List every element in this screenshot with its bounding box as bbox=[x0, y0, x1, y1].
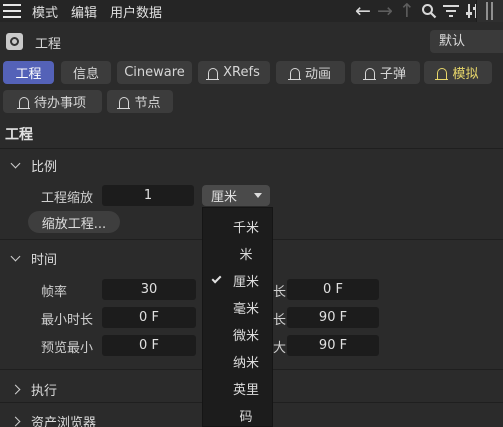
unit-option-mile[interactable]: 英里 bbox=[203, 375, 272, 402]
tab-label: 待办事项 bbox=[33, 96, 86, 111]
group-scale-title: 比例 bbox=[31, 160, 58, 175]
option-label: 毫米 bbox=[232, 302, 259, 317]
menu-mode[interactable]: 模式 bbox=[32, 2, 58, 21]
panel-grip[interactable] bbox=[476, 0, 503, 22]
group-scale-header[interactable]: 比例 bbox=[10, 156, 58, 175]
nav-icons: ← → ↑ bbox=[352, 0, 484, 22]
scale-input[interactable]: 1 bbox=[102, 185, 194, 206]
unit-option-m[interactable]: 米 bbox=[203, 240, 272, 267]
menu-user-data[interactable]: 用户数据 bbox=[110, 2, 162, 21]
search-icon[interactable] bbox=[418, 0, 440, 22]
bell-icon bbox=[16, 97, 30, 109]
tab-info[interactable]: 信息 bbox=[61, 61, 111, 84]
unit-option-nm[interactable]: 纳米 bbox=[203, 348, 272, 375]
tab-todo[interactable]: 待办事项 bbox=[3, 90, 102, 113]
option-label: 微米 bbox=[232, 329, 259, 344]
scale-project-button[interactable]: 缩放工程... bbox=[28, 211, 120, 233]
bell-icon bbox=[362, 68, 376, 80]
option-label: 码 bbox=[239, 410, 253, 425]
gear-icon[interactable] bbox=[6, 33, 23, 50]
attribute-header: 工程 默认 bbox=[0, 30, 503, 56]
fps-input[interactable]: 30 bbox=[102, 279, 196, 300]
tab-label: XRefs bbox=[223, 65, 260, 80]
tab-nodes[interactable]: 节点 bbox=[107, 90, 173, 113]
tab-label: 工程 bbox=[15, 67, 42, 82]
chevron-down-icon bbox=[10, 251, 21, 262]
bell-icon bbox=[435, 68, 449, 80]
filter-icon[interactable] bbox=[440, 0, 462, 22]
checkmark-icon bbox=[211, 273, 222, 284]
group-time-title: 时间 bbox=[31, 253, 58, 268]
min-time-label: 最小时长 bbox=[41, 313, 94, 328]
chevron-down-icon bbox=[10, 158, 21, 169]
tab-bullet[interactable]: 子弹 bbox=[351, 61, 420, 84]
group-render-header[interactable]: 执行 bbox=[10, 380, 58, 399]
option-label: 厘米 bbox=[232, 275, 259, 290]
chevron-right-icon bbox=[10, 416, 21, 427]
group-time-header[interactable]: 时间 bbox=[10, 249, 58, 268]
option-label: 米 bbox=[239, 248, 253, 263]
right-input-1[interactable]: 0 F bbox=[287, 279, 379, 300]
tab-label: Cineware bbox=[124, 65, 185, 80]
bell-icon bbox=[287, 68, 301, 80]
unit-option-km[interactable]: 千米 bbox=[203, 213, 272, 240]
unit-select-value: 厘米 bbox=[211, 190, 238, 205]
unit-option-mm[interactable]: 毫米 bbox=[203, 294, 272, 321]
right-input-3[interactable]: 90 F bbox=[287, 335, 379, 356]
tab-xrefs[interactable]: XRefs bbox=[198, 61, 270, 84]
tab-cineware[interactable]: Cineware bbox=[117, 61, 192, 84]
fps-label: 帧率 bbox=[41, 285, 68, 300]
bell-icon bbox=[117, 97, 131, 109]
right-label-1: 长 bbox=[273, 285, 287, 300]
divider bbox=[0, 148, 503, 149]
preview-min-label: 预览最小 bbox=[41, 341, 94, 356]
option-label: 千米 bbox=[232, 221, 259, 236]
right-label-3: 大 bbox=[273, 341, 287, 356]
group-render-title: 执行 bbox=[31, 384, 58, 399]
chevron-right-icon bbox=[10, 384, 21, 395]
min-time-input[interactable]: 0 F bbox=[102, 307, 196, 328]
tab-project[interactable]: 工程 bbox=[3, 61, 54, 84]
header-title: 工程 bbox=[35, 37, 62, 52]
option-label: 英里 bbox=[232, 383, 259, 398]
unit-option-um[interactable]: 微米 bbox=[203, 321, 272, 348]
unit-dropdown-menu: 千米 米 厘米 毫米 微米 纳米 英里 码 bbox=[202, 207, 273, 427]
tab-simulation[interactable]: 模拟 bbox=[424, 61, 492, 84]
tab-label: 信息 bbox=[72, 67, 99, 82]
preview-min-input[interactable]: 0 F bbox=[102, 335, 196, 356]
right-label-2: 长 bbox=[273, 313, 287, 328]
tab-animation[interactable]: 动画 bbox=[276, 61, 345, 84]
tab-label: 节点 bbox=[134, 96, 161, 111]
section-title: 工程 bbox=[5, 127, 33, 143]
arrow-up-icon[interactable]: ↑ bbox=[396, 0, 418, 22]
tab-label: 子弹 bbox=[379, 67, 406, 82]
right-input-2[interactable]: 90 F bbox=[287, 307, 379, 328]
arrow-right-icon[interactable]: → bbox=[374, 0, 396, 22]
group-asset-browser-title: 资产浏览器 bbox=[31, 416, 97, 427]
unit-select[interactable]: 厘米 bbox=[202, 185, 270, 206]
preset-dropdown[interactable]: 默认 bbox=[430, 30, 503, 53]
chevron-down-icon bbox=[254, 193, 262, 198]
menu-edit[interactable]: 编辑 bbox=[71, 2, 97, 21]
scale-label: 工程缩放 bbox=[41, 191, 94, 206]
hamburger-icon[interactable] bbox=[3, 4, 21, 18]
unit-option-cm[interactable]: 厘米 bbox=[203, 267, 272, 294]
tab-label: 动画 bbox=[304, 67, 331, 82]
menu-bar: 模式 编辑 用户数据 ← → ↑ bbox=[0, 0, 503, 22]
unit-option-yard[interactable]: 码 bbox=[203, 402, 272, 427]
arrow-left-icon[interactable]: ← bbox=[352, 0, 374, 22]
tab-label: 模拟 bbox=[452, 67, 479, 82]
option-label: 纳米 bbox=[232, 356, 259, 371]
bell-icon bbox=[206, 68, 220, 80]
group-asset-browser-header[interactable]: 资产浏览器 bbox=[10, 412, 97, 427]
